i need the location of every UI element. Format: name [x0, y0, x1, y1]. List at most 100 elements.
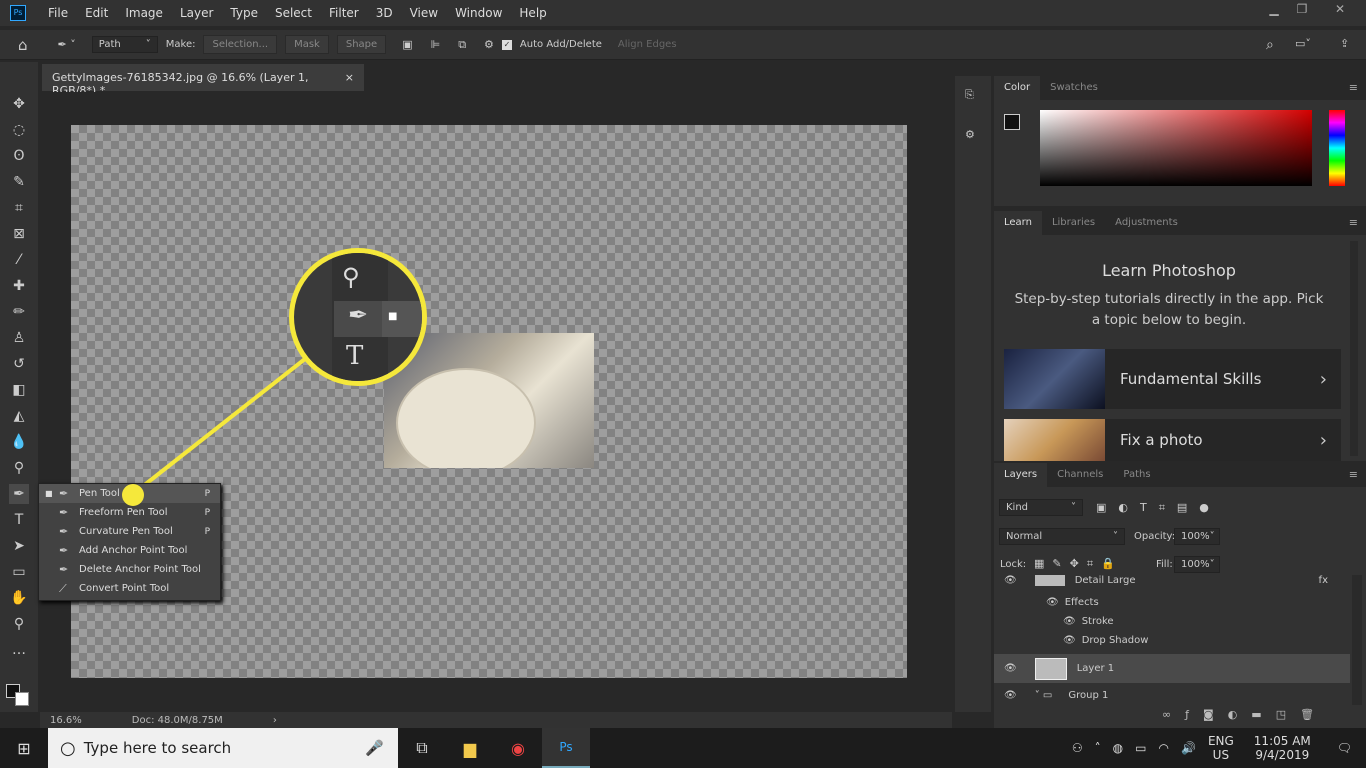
menu-edit[interactable]: Edit: [77, 6, 117, 20]
zoom-level[interactable]: 16.6%: [50, 715, 82, 726]
learn-scrollbar[interactable]: [1350, 241, 1358, 456]
opacity-input[interactable]: 100% ˅: [1174, 528, 1220, 545]
align-edges-label[interactable]: Align Edges: [618, 39, 677, 50]
blur-tool-icon[interactable]: 💧: [9, 432, 29, 452]
dodge-tool-icon[interactable]: ⚲: [9, 458, 29, 478]
path-alignment-icon[interactable]: ⊫: [431, 38, 441, 51]
path-select-icon[interactable]: ➤: [9, 536, 29, 556]
menu-select[interactable]: Select: [267, 6, 321, 20]
tab-swatches[interactable]: Swatches: [1040, 76, 1108, 100]
language-indicator[interactable]: ENG US: [1208, 734, 1234, 762]
eye-icon[interactable]: 👁: [1004, 690, 1017, 701]
tab-paths[interactable]: Paths: [1113, 463, 1160, 487]
volume-icon[interactable]: 🔊: [1181, 741, 1196, 755]
flyout-freeform-pen-tool[interactable]: ✒ Freeform Pen Tool P: [39, 503, 220, 522]
people-icon[interactable]: ⚇: [1072, 741, 1083, 755]
quick-select-tool-icon[interactable]: ✎: [9, 172, 29, 192]
menu-view[interactable]: View: [402, 6, 447, 20]
menu-layer[interactable]: Layer: [172, 6, 222, 20]
notifications-icon[interactable]: 🗨: [1337, 741, 1352, 755]
doc-size[interactable]: Doc: 48.0M/8.75M: [132, 715, 223, 726]
mode-select[interactable]: Path ˅: [91, 36, 158, 53]
flyout-curvature-pen-tool[interactable]: ✒ Curvature Pen Tool P: [39, 522, 220, 541]
lasso-tool-icon[interactable]: ʘ: [9, 146, 29, 166]
search-icon[interactable]: ⌕: [1266, 37, 1274, 53]
brush-tool-icon[interactable]: ✏: [9, 302, 29, 322]
hue-slider[interactable]: [1329, 110, 1345, 186]
move-tool-icon[interactable]: ✥: [9, 94, 29, 114]
close-window-button[interactable]: ✕: [1328, 2, 1352, 20]
eye-icon[interactable]: 👁: [1063, 616, 1076, 627]
photoshop-taskbar-icon[interactable]: Ps: [542, 728, 590, 768]
workspace-icon[interactable]: ▭˅: [1295, 37, 1311, 50]
healing-brush-icon[interactable]: ✚: [9, 276, 29, 296]
tab-libraries[interactable]: Libraries: [1042, 211, 1105, 235]
blend-mode-select[interactable]: Normal ˅: [999, 528, 1125, 545]
close-tab-icon[interactable]: ×: [345, 71, 354, 84]
type-tool-icon[interactable]: T: [9, 510, 29, 530]
eye-icon[interactable]: 👁: [1004, 663, 1017, 674]
microphone-icon[interactable]: 🎤: [365, 739, 384, 757]
flyout-add-anchor-point-tool[interactable]: ✒ Add Anchor Point Tool: [39, 541, 220, 560]
history-panel-icon[interactable]: ⎘: [965, 88, 974, 102]
paint-bucket-icon[interactable]: ◭: [9, 406, 29, 426]
layer-row-detail-large[interactable]: 👁 Detail Large fx: [994, 575, 1350, 591]
fx-badge[interactable]: fx: [1319, 575, 1328, 586]
flyout-delete-anchor-point-tool[interactable]: ✒ Delete Anchor Point Tool: [39, 560, 220, 579]
effect-stroke-row[interactable]: 👁 Stroke: [994, 612, 1350, 631]
gear-icon[interactable]: ⚙: [484, 38, 494, 51]
home-icon[interactable]: ⌂: [18, 36, 28, 54]
restore-button[interactable]: ❐: [1290, 2, 1314, 20]
menu-window[interactable]: Window: [447, 6, 511, 20]
eye-icon[interactable]: 👁: [1046, 597, 1059, 608]
stamp-tool-icon[interactable]: ♙: [9, 328, 29, 348]
shape-button[interactable]: Shape: [336, 35, 387, 54]
path-arrangement-icon[interactable]: ⧉: [458, 38, 466, 52]
pen-tool-preset-icon[interactable]: ✒ ˅: [58, 38, 76, 51]
selection-button[interactable]: Selection...: [203, 35, 278, 54]
panel-menu-icon[interactable]: ≡: [1349, 81, 1358, 94]
layer-row-layer-1[interactable]: 👁 Layer 1: [994, 654, 1350, 683]
auto-add-delete-checkbox[interactable]: ✓: [501, 39, 512, 50]
mask-button[interactable]: Mask: [285, 35, 329, 54]
document-tab[interactable]: GettyImages-76185342.jpg @ 16.6% (Layer …: [42, 64, 364, 97]
task-view-icon[interactable]: ⧉: [398, 728, 446, 768]
layer-filter-icons[interactable]: ▣◐T⌗▤●: [1096, 501, 1221, 515]
pen-tool-icon[interactable]: ✒: [9, 484, 29, 504]
tab-learn[interactable]: Learn: [994, 211, 1042, 235]
foreground-color-swatch[interactable]: [1004, 114, 1020, 130]
file-explorer-icon[interactable]: ▆: [446, 728, 494, 768]
background-color-swatch[interactable]: [15, 692, 29, 706]
panel-menu-icon[interactable]: ≡: [1349, 468, 1358, 481]
taskbar-search-box[interactable]: ○ Type here to search 🎤: [48, 728, 398, 768]
chrome-icon[interactable]: ◉: [494, 728, 542, 768]
menu-help[interactable]: Help: [511, 6, 555, 20]
layer-effects-row[interactable]: 👁 Effects: [994, 593, 1350, 612]
hand-tool-icon[interactable]: ✋: [9, 588, 29, 608]
tab-color[interactable]: Color: [994, 76, 1041, 100]
tab-channels[interactable]: Channels: [1047, 463, 1113, 487]
tab-adjustments[interactable]: Adjustments: [1105, 211, 1188, 235]
properties-panel-icon[interactable]: ⚙: [965, 128, 975, 141]
share-icon[interactable]: ⇪: [1340, 37, 1349, 50]
eraser-tool-icon[interactable]: ◧: [9, 380, 29, 400]
minimize-button[interactable]: ▁: [1262, 2, 1286, 20]
zoom-tool-icon[interactable]: ⚲: [9, 614, 29, 634]
eyedropper-tool-icon[interactable]: ⁄: [9, 250, 29, 270]
menu-type[interactable]: Type: [222, 6, 267, 20]
menu-3d[interactable]: 3D: [368, 6, 402, 20]
fill-input[interactable]: 100% ˅: [1174, 556, 1220, 573]
more-tools-icon[interactable]: …: [9, 640, 29, 660]
layer-row-group-1[interactable]: 👁 ˅ ▭ Group 1: [994, 685, 1350, 705]
rectangle-tool-icon[interactable]: ▭: [9, 562, 29, 582]
panel-menu-icon[interactable]: ≡: [1349, 216, 1358, 229]
filter-kind-select[interactable]: Kind ˅: [999, 499, 1083, 516]
path-operations-icon[interactable]: ▣: [402, 38, 412, 51]
windows-start-icon[interactable]: ⊞: [0, 728, 48, 768]
battery-icon[interactable]: ▭: [1135, 741, 1146, 755]
card-fundamental-skills[interactable]: Fundamental Skills ›: [1004, 349, 1341, 409]
color-field[interactable]: [1040, 110, 1312, 186]
crop-tool-icon[interactable]: ⌗: [9, 198, 29, 218]
menu-file[interactable]: File: [40, 6, 77, 20]
marquee-tool-icon[interactable]: ◌: [9, 120, 29, 140]
